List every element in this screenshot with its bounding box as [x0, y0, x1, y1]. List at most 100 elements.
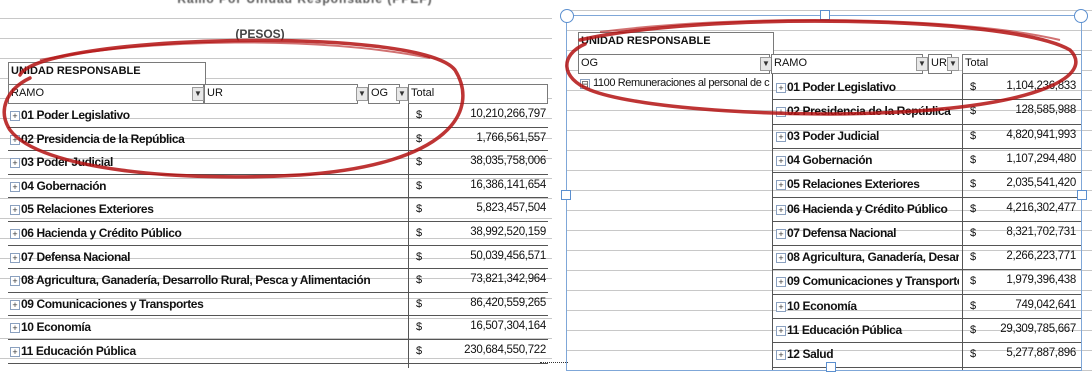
- plus-box-icon[interactable]: +: [776, 83, 786, 93]
- plus-box-icon[interactable]: +: [10, 229, 20, 239]
- plus-box-icon[interactable]: +: [776, 131, 786, 142]
- row-separator: [8, 244, 548, 246]
- row-separator: [772, 99, 1082, 101]
- plus-box-icon[interactable]: +: [776, 253, 786, 264]
- plus-box-icon[interactable]: +: [776, 350, 786, 361]
- resize-handle-icon[interactable]: [561, 190, 571, 200]
- row-separator: [8, 126, 548, 128]
- og-label: OG: [581, 57, 599, 69]
- og-field-button[interactable]: OG: [578, 54, 770, 74]
- og-dropdown-icon[interactable]: ▼: [396, 87, 408, 101]
- ramo-dropdown-icon[interactable]: ▼: [192, 87, 204, 101]
- row-separator: [8, 362, 548, 364]
- row-label: 09 Comunicaciones y Transportes: [21, 296, 204, 311]
- ur-field-button[interactable]: UR: [204, 84, 358, 104]
- row-separator: [8, 291, 548, 293]
- plus-box-icon[interactable]: +: [10, 323, 20, 334]
- plus-box-icon[interactable]: +: [10, 347, 20, 357]
- row-separator: [8, 173, 548, 175]
- row-label: 02 Presidencia de la República: [787, 104, 951, 119]
- og-expand-icon[interactable]: ⊟: [580, 79, 590, 89]
- row-label: 03 Poder Judicial: [787, 128, 879, 143]
- ur-dropdown-icon[interactable]: ▼: [356, 87, 368, 101]
- currency-symbol: $: [970, 105, 977, 118]
- row-separator: [772, 123, 1082, 125]
- row-value: 8,321,702,731: [1006, 225, 1076, 238]
- plus-box-icon[interactable]: +: [776, 180, 786, 191]
- ramo-label: RAMO: [774, 57, 807, 69]
- plus-box-icon[interactable]: +: [10, 205, 20, 216]
- currency-symbol: $: [416, 297, 423, 310]
- unidad-responsable-header: UNIDAD RESPONSABLE: [8, 62, 206, 84]
- row-value: 1,104,236,833: [1006, 80, 1076, 92]
- row-separator: [772, 342, 1082, 344]
- row-label: 04 Gobernación: [787, 152, 873, 167]
- plus-box-icon[interactable]: +: [10, 299, 20, 310]
- row-label: 10 Economía: [787, 298, 857, 313]
- row-separator: [772, 269, 1082, 271]
- grid-line: [0, 358, 552, 359]
- plus-box-icon[interactable]: +: [10, 181, 20, 192]
- row-label: 07 Defensa Nacional: [787, 225, 897, 240]
- currency-symbol: $: [416, 179, 423, 192]
- ur-label: UR: [931, 57, 947, 69]
- plus-box-icon[interactable]: +: [776, 301, 786, 312]
- ramo-field-button[interactable]: RAMO: [8, 84, 204, 104]
- rotate-handle-icon[interactable]: [560, 9, 574, 23]
- row-label: 11 Educación Pública: [787, 323, 902, 337]
- column-divider: [962, 74, 963, 371]
- plus-box-icon[interactable]: +: [776, 155, 786, 166]
- row-value: 1,766,561,557: [476, 131, 546, 144]
- row-label: 10 Economía: [21, 320, 91, 335]
- row-label: 01 Poder Legislativo: [21, 108, 130, 122]
- row-separator: [772, 196, 1082, 198]
- ramo-dropdown-icon[interactable]: ▼: [916, 57, 928, 71]
- row-value: 128,585,988: [1015, 104, 1076, 117]
- plus-box-icon[interactable]: +: [776, 228, 786, 239]
- resize-handle-icon[interactable]: [820, 10, 830, 20]
- ur-dropdown-icon[interactable]: ▼: [947, 57, 959, 71]
- row-value: 38,992,520,159: [470, 226, 546, 238]
- row-label: 06 Hacienda y Crédito Público: [21, 226, 182, 240]
- row-value: 749,042,641: [1015, 298, 1076, 311]
- currency-symbol: $: [970, 348, 977, 361]
- plus-box-icon[interactable]: +: [10, 276, 20, 287]
- row-label: 07 Defensa Nacional: [21, 249, 131, 264]
- resize-handle-icon[interactable]: [1074, 9, 1088, 23]
- row-value: 5,277,887,896: [1006, 347, 1076, 360]
- row-separator: [772, 245, 1082, 247]
- grid-line: [0, 58, 552, 59]
- currency-symbol: $: [970, 226, 977, 239]
- row-label: 08 Agricultura, Ganadería, Desar: [787, 250, 959, 265]
- row-separator: [8, 150, 548, 152]
- row-separator: [772, 220, 1082, 222]
- currency-symbol: $: [416, 274, 423, 287]
- plus-box-icon[interactable]: +: [10, 252, 20, 263]
- row-value: 29,309,785,667: [1000, 323, 1076, 335]
- ramo-label: RAMO: [11, 87, 44, 99]
- plus-box-icon[interactable]: +: [10, 134, 20, 145]
- row-separator: [8, 315, 548, 317]
- currency-symbol: $: [416, 156, 423, 169]
- pesos-label: (PESOS): [235, 27, 285, 41]
- currency-symbol: $: [970, 129, 977, 142]
- row-separator: [8, 339, 548, 340]
- plus-box-icon[interactable]: +: [10, 111, 20, 121]
- row-separator: [772, 366, 1082, 368]
- plus-box-icon[interactable]: +: [776, 204, 786, 215]
- currency-symbol: $: [970, 324, 977, 336]
- currency-symbol: $: [970, 275, 977, 288]
- row-value: 230,684,550,722: [464, 344, 546, 356]
- row-value: 2,035,541,420: [1006, 177, 1076, 190]
- ramo-field-button[interactable]: RAMO: [771, 54, 923, 74]
- plus-box-icon[interactable]: +: [776, 107, 786, 118]
- plus-box-icon[interactable]: +: [776, 326, 786, 336]
- row-label: 12 Salud: [787, 347, 834, 362]
- plus-box-icon[interactable]: +: [10, 158, 20, 169]
- grid-line: [566, 170, 1092, 171]
- right-pivot-table: UNIDAD RESPONSABLE OG ▼ RAMO ▼ UR ▼ Tota…: [566, 0, 1092, 371]
- og-item-label: 1100 Remuneraciones al personal de c: [593, 77, 770, 89]
- plus-box-icon[interactable]: +: [776, 277, 786, 288]
- resize-handle-icon[interactable]: [1077, 190, 1087, 200]
- row-separator: [772, 172, 1082, 174]
